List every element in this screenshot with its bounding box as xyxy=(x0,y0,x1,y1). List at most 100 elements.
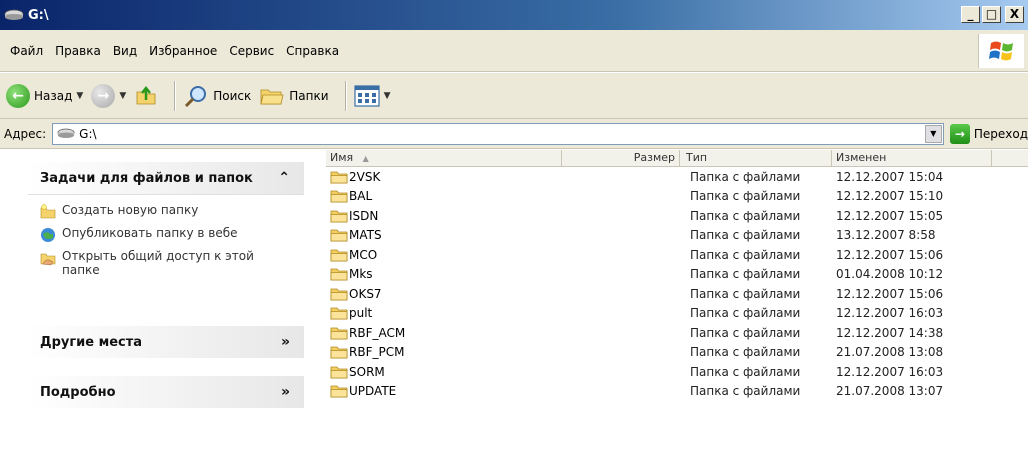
expand-icon[interactable]: » xyxy=(281,384,290,400)
file-row[interactable]: OKS7 Папка с файлами 12.12.2007 15:06 xyxy=(326,284,1028,304)
tasks-panel-header[interactable]: Задачи для файлов и папок ⌃ xyxy=(28,162,304,194)
folders-icon xyxy=(260,89,284,104)
details-panel: Подробно » xyxy=(28,376,304,408)
file-modified: 21.07.2008 13:08 xyxy=(836,345,944,360)
chevron-down-icon[interactable]: ▼ xyxy=(384,91,391,101)
back-button[interactable]: ← Назад ▼ xyxy=(6,83,83,108)
folder-icon xyxy=(330,229,348,242)
file-name-cell: RBF_ACM xyxy=(326,326,562,340)
file-name-cell: UPDATE xyxy=(326,384,562,398)
file-type: Папка с файлами xyxy=(690,267,801,282)
menu-view[interactable]: Вид xyxy=(107,44,143,58)
file-type: Папка с файлами xyxy=(690,189,801,204)
new-folder-icon xyxy=(40,204,56,219)
file-modified: 12.12.2007 15:10 xyxy=(836,189,944,204)
folders-button[interactable]: Папки xyxy=(259,85,329,107)
tasks-panel-title: Задачи для файлов и папок xyxy=(40,170,253,186)
details-header[interactable]: Подробно » xyxy=(28,376,304,408)
file-type: Папка с файлами xyxy=(690,208,801,223)
file-row[interactable]: RBF_ACM Папка с файлами 12.12.2007 14:38 xyxy=(326,323,1028,343)
drive-icon xyxy=(57,128,75,138)
expand-icon[interactable]: » xyxy=(281,334,290,350)
title-bar[interactable]: G:\ _ □ X xyxy=(0,0,1028,30)
task-publish-web[interactable]: Опубликовать папку в вебе xyxy=(40,226,292,243)
file-row[interactable]: UPDATE Папка с файлами 21.07.2008 13:07 xyxy=(326,382,1028,402)
menu-file[interactable]: Файл xyxy=(4,44,49,58)
folder-icon xyxy=(330,268,348,281)
file-type: Папка с файлами xyxy=(690,384,801,399)
column-size[interactable]: Размер xyxy=(562,150,680,166)
file-name-cell: BAL xyxy=(326,189,562,203)
folder-icon xyxy=(330,307,348,320)
up-folder-icon xyxy=(136,85,156,104)
up-folder-button[interactable] xyxy=(134,84,158,108)
file-name: MCO xyxy=(349,247,378,262)
sort-ascending-icon: ▲ xyxy=(362,154,369,163)
address-input[interactable]: G:\ ▼ xyxy=(52,122,944,145)
file-row[interactable]: RBF_PCM Папка с файлами 21.07.2008 13:08 xyxy=(326,343,1028,363)
file-modified: 12.12.2007 14:38 xyxy=(836,325,944,340)
minimize-button[interactable]: _ xyxy=(961,6,980,23)
publish-web-icon xyxy=(41,228,55,242)
file-row[interactable]: Mks Папка с файлами 01.04.2008 10:12 xyxy=(326,265,1028,285)
search-button[interactable]: Поиск xyxy=(183,84,251,108)
column-modified[interactable]: Изменен xyxy=(832,150,992,166)
forward-button[interactable]: → ▼ xyxy=(91,83,126,108)
file-type: Папка с файлами xyxy=(690,247,801,262)
file-row[interactable]: MATS Папка с файлами 13.12.2007 8:58 xyxy=(326,226,1028,246)
other-places-panel: Другие места » xyxy=(28,326,304,358)
view-grid-icon xyxy=(353,84,380,107)
task-new-folder[interactable]: Создать новую папку xyxy=(40,203,292,220)
file-row[interactable]: SORM Папка с файлами 12.12.2007 16:03 xyxy=(326,362,1028,382)
menu-tools[interactable]: Сервис xyxy=(223,44,280,58)
file-row[interactable]: 2VSK Папка с файлами 12.12.2007 15:04 xyxy=(326,167,1028,187)
task-share-folder[interactable]: Открыть общий доступ к этой папке xyxy=(40,249,292,277)
task-pane: Задачи для файлов и папок ⌃ Создать нову… xyxy=(0,150,316,461)
menu-help[interactable]: Справка xyxy=(280,44,345,58)
file-modified: 01.04.2008 10:12 xyxy=(836,267,944,282)
task-label: Опубликовать папку в вебе xyxy=(62,226,238,240)
views-button[interactable]: ▼ xyxy=(353,84,391,107)
chevron-down-icon[interactable]: ▼ xyxy=(119,91,126,101)
chevron-down-icon[interactable]: ▼ xyxy=(76,91,83,101)
collapse-icon[interactable]: ⌃ xyxy=(278,170,290,186)
other-places-title: Другие места xyxy=(40,334,143,350)
file-type: Папка с файлами xyxy=(690,364,801,379)
file-modified: 13.12.2007 8:58 xyxy=(836,228,936,243)
menu-favorites[interactable]: Избранное xyxy=(143,44,223,58)
address-dropdown-button[interactable]: ▼ xyxy=(924,124,942,143)
file-row[interactable]: MCO Папка с файлами 12.12.2007 15:06 xyxy=(326,245,1028,265)
back-arrow-icon: ← xyxy=(6,83,30,108)
column-name[interactable]: Имя ▲ xyxy=(326,150,562,166)
task-label: Открыть общий доступ к этой папке xyxy=(62,249,254,277)
folder-icon xyxy=(330,171,348,184)
file-list: Имя ▲ Размер Тип Изменен 2VSK Папка с фай… xyxy=(326,150,1028,461)
toolbar: ← Назад ▼ → ▼ Поиск Папки ▼ xyxy=(0,73,1028,119)
maximize-button[interactable]: □ xyxy=(982,6,1001,23)
tasks-panel-body: Создать новую папку Опубликовать папку в… xyxy=(28,194,304,291)
file-rows: 2VSK Папка с файлами 12.12.2007 15:04 BAL Па… xyxy=(326,167,1028,401)
file-type: Папка с файлами xyxy=(690,306,801,321)
other-places-header[interactable]: Другие места » xyxy=(28,326,304,358)
file-row[interactable]: pult Папка с файлами 12.12.2007 16:03 xyxy=(326,304,1028,324)
close-button[interactable]: X xyxy=(1005,6,1024,23)
toolbar-divider xyxy=(174,80,176,111)
file-name-cell: MCO xyxy=(326,248,562,262)
file-name-cell: RBF_PCM xyxy=(326,345,562,359)
back-label: Назад xyxy=(34,88,73,103)
address-value: G:\ xyxy=(79,126,97,141)
menu-edit[interactable]: Правка xyxy=(49,44,107,58)
file-name: SORM xyxy=(349,364,385,379)
file-row[interactable]: BAL Папка с файлами 12.12.2007 15:10 xyxy=(326,187,1028,207)
go-button[interactable]: → Переход xyxy=(949,123,1028,144)
file-row[interactable]: ISDN Папка с файлами 12.12.2007 15:05 xyxy=(326,206,1028,226)
address-label: Адрес: xyxy=(4,126,47,141)
folder-icon xyxy=(330,385,348,398)
file-name: pult xyxy=(349,306,373,321)
share-folder-icon xyxy=(40,253,56,266)
column-type[interactable]: Тип xyxy=(680,150,832,166)
menu-bar: Файл Правка Вид Избранное Сервис Справка xyxy=(0,30,1028,72)
file-modified: 12.12.2007 15:06 xyxy=(836,247,944,262)
file-name-cell: 2VSK xyxy=(326,170,562,184)
file-type: Папка с файлами xyxy=(690,345,801,360)
